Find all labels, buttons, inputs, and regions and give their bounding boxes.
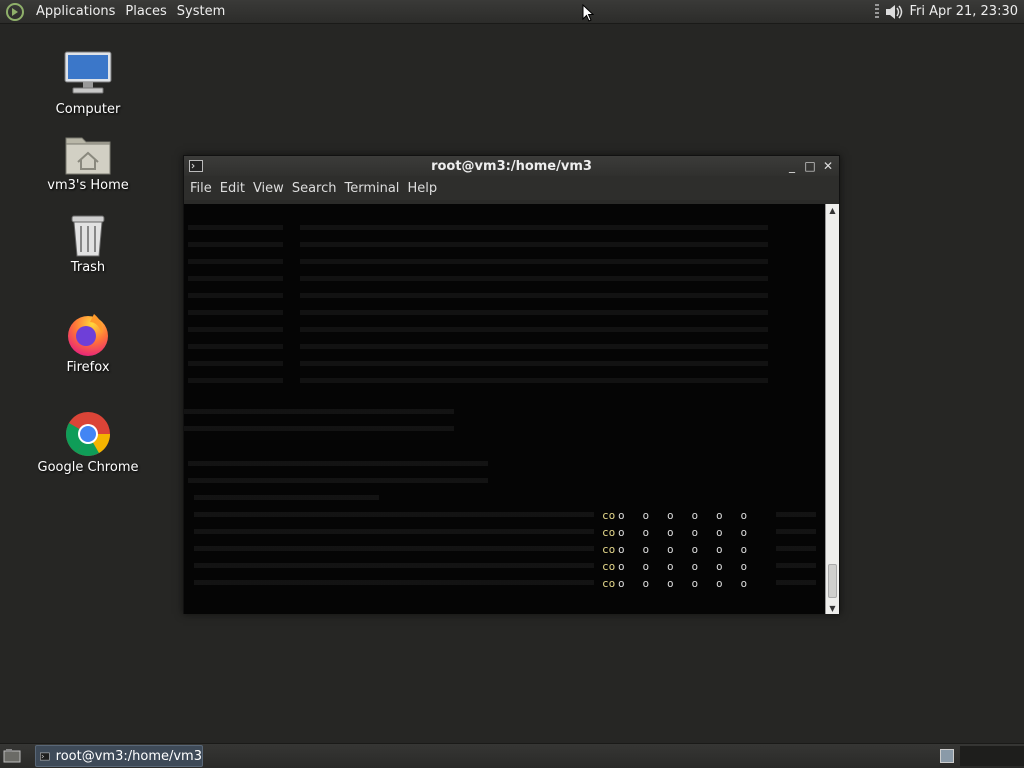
terminal-icon [189,160,203,172]
terminal-icon [40,752,50,760]
terminal-text-block [184,404,454,438]
window-title: root@vm3:/home/vm3 [431,158,592,174]
distro-logo-icon[interactable] [5,2,25,22]
system-menu[interactable]: System [172,4,230,19]
mouse-cursor-icon [582,4,594,22]
clock[interactable]: Fri Apr 21, 23:30 [909,4,1018,19]
scroll-down-icon[interactable]: ▼ [826,602,839,614]
top-panel: Applications Places System Fri Apr 21, 2… [0,0,1024,24]
menu-file[interactable]: File [186,181,216,196]
show-desktop-button[interactable] [1,745,23,767]
desktop-icon-chrome[interactable]: Google Chrome [33,410,143,475]
taskbar-terminal-button[interactable]: root@vm3:/home/vm3 [35,745,203,767]
home-folder-icon [65,137,111,175]
terminal-text-block [194,507,594,592]
desktop-icon-firefox[interactable]: Firefox [33,310,143,375]
places-menu[interactable]: Places [120,4,171,19]
computer-icon [64,51,112,94]
workspace-area[interactable] [960,746,1024,766]
taskbar-button-label: root@vm3:/home/vm3 [55,748,202,764]
progress-dots-row: co o o o o o o [602,526,748,539]
desktop-icon-label: Firefox [66,360,110,375]
terminal-text-block [776,507,816,592]
desktop-icon-label: Computer [55,102,121,117]
terminal-menubar: File Edit View Search Terminal Help [184,176,839,200]
menu-edit[interactable]: Edit [216,181,249,196]
progress-dots-row: co o o o o o o [602,577,748,590]
desktop-icon-home[interactable]: vm3's Home [33,132,143,193]
terminal-text-block [188,220,768,390]
window-titlebar[interactable]: root@vm3:/home/vm3 _ □ ✕ [184,156,839,176]
scroll-up-icon[interactable]: ▲ [826,204,839,216]
panel-handle [875,3,880,20]
desktop-icon-trash[interactable]: Trash [33,212,143,275]
desktop-icon-label: Trash [70,260,106,275]
bottom-panel: root@vm3:/home/vm3 [0,743,1024,768]
minimize-button[interactable]: _ [785,159,799,173]
menu-help[interactable]: Help [403,181,441,196]
workspace-switcher[interactable] [940,749,954,763]
progress-dots-row: co o o o o o o [602,509,748,522]
show-desktop-icon [3,749,21,763]
applications-menu[interactable]: Applications [31,4,120,19]
desktop-icon-label: vm3's Home [47,178,129,193]
desktop-icon-label: Google Chrome [37,460,139,475]
terminal-scrollbar[interactable]: ▲ ▼ [825,204,839,614]
chrome-icon [66,412,110,456]
terminal-output[interactable]: co o o o o o o co o o o o o o co o o o o o o co o o o o o o co o o… [184,204,826,614]
maximize-button[interactable]: □ [803,159,817,173]
terminal-text-block [194,490,379,507]
desktop-icon-computer[interactable]: Computer [33,50,143,117]
scrollbar-thumb[interactable] [828,564,837,598]
progress-dots-row: co o o o o o o [602,560,748,573]
volume-icon[interactable] [883,2,905,22]
trash-icon [71,215,105,257]
menu-search[interactable]: Search [288,181,341,196]
terminal-window[interactable]: root@vm3:/home/vm3 _ □ ✕ File Edit View … [183,155,840,614]
terminal-text-block [188,456,488,490]
progress-dots-row: co o o o o o o [602,543,748,556]
menu-terminal[interactable]: Terminal [340,181,403,196]
menu-view[interactable]: View [249,181,288,196]
firefox-icon [68,314,108,356]
close-button[interactable]: ✕ [821,159,835,173]
